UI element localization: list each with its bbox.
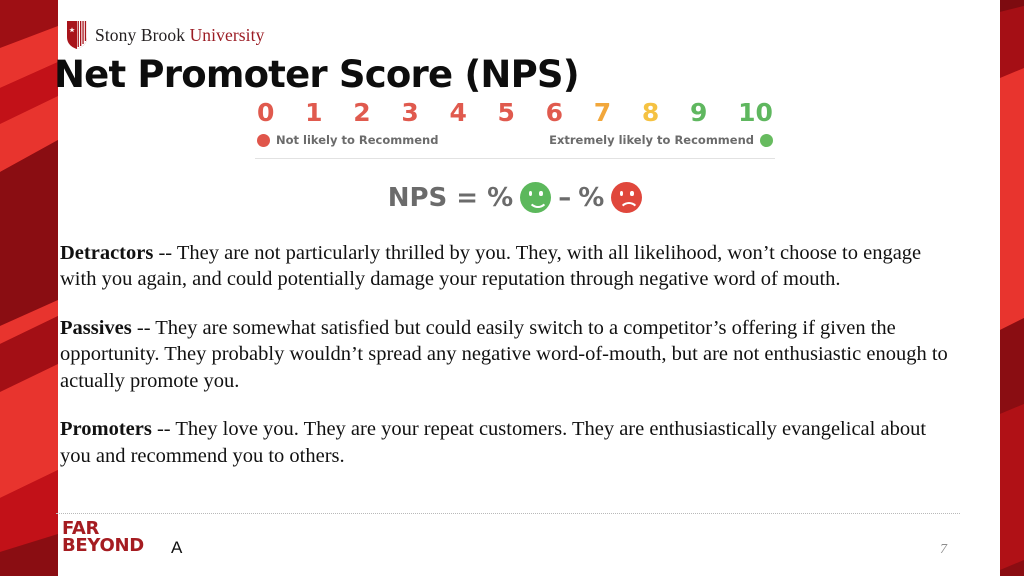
university-name-part2: University (189, 24, 265, 45)
nps-score-10: 10 (738, 98, 773, 127)
left-band-stripes (0, 0, 58, 576)
term-label: Detractors (60, 242, 154, 264)
nps-scale-graphic: 0 1 2 3 4 5 6 7 8 9 10 Not likely to Recommend Ext… (255, 100, 775, 159)
term-description: -- They love you. They are your repeat c… (60, 418, 927, 467)
sad-face-icon (257, 133, 270, 147)
happy-face-icon (520, 182, 552, 213)
divider (255, 158, 775, 159)
nps-score-2: 2 (353, 98, 371, 127)
page-number: 7 (940, 542, 947, 557)
shield-icon (67, 21, 87, 49)
nps-score-8: 8 (641, 98, 660, 127)
right-band-stripes (1000, 0, 1024, 576)
body-content: Detractors -- They are not particularly … (60, 240, 960, 469)
formula-second-text: % (578, 182, 605, 213)
footer-mark: A (171, 538, 183, 557)
paragraph-passives: Passives -- They are somewhat satisfied … (60, 315, 960, 394)
nps-scale-labels: Not likely to Recommend Extremely likely… (255, 133, 775, 147)
nps-score-4: 4 (449, 98, 467, 127)
nps-high-label: Extremely likely to Recommend (549, 133, 754, 147)
right-decorative-band (1000, 0, 1024, 576)
term-label: Passives (60, 316, 132, 339)
happy-face-icon (760, 133, 773, 147)
nps-score-1: 1 (305, 98, 323, 127)
nps-score-6: 6 (545, 98, 564, 127)
nps-low-label: Not likely to Recommend (276, 133, 439, 147)
university-logo: Stony Brook University (66, 20, 264, 50)
page-title: Net Promoter Score (NPS) (54, 53, 580, 96)
nps-score-5: 5 (497, 98, 515, 127)
far-beyond-line2: BEYOND (62, 534, 144, 556)
formula-operator: – (558, 182, 572, 213)
formula-lead-text: NPS = % (387, 182, 514, 213)
sad-face-icon (611, 182, 643, 213)
left-decorative-band (0, 0, 58, 576)
university-name-part1: Stony Brook (95, 24, 186, 45)
paragraph-detractors: Detractors -- They are not particularly … (60, 240, 960, 293)
nps-score-0: 0 (257, 98, 275, 127)
term-label: Promoters (60, 418, 152, 441)
term-description: -- They are somewhat satisfied but could… (60, 316, 948, 392)
nps-formula: NPS = % – % (255, 182, 775, 213)
term-description: -- They are not particularly thrilled by… (60, 242, 922, 291)
nps-scale-numbers: 0 1 2 3 4 5 6 7 8 9 10 (255, 100, 775, 125)
nps-high-label-group: Extremely likely to Recommend (549, 133, 773, 147)
slide: Stony Brook University Net Promoter Scor… (0, 0, 1024, 576)
paragraph-promoters: Promoters -- They love you. They are you… (60, 416, 960, 469)
nps-score-3: 3 (401, 98, 419, 127)
university-name: Stony Brook University (95, 25, 264, 46)
nps-score-9: 9 (689, 98, 708, 127)
far-beyond-logo: FAR BEYOND (62, 520, 144, 556)
footer-divider (56, 513, 960, 514)
nps-low-label-group: Not likely to Recommend (257, 133, 438, 147)
nps-score-7: 7 (593, 98, 612, 127)
